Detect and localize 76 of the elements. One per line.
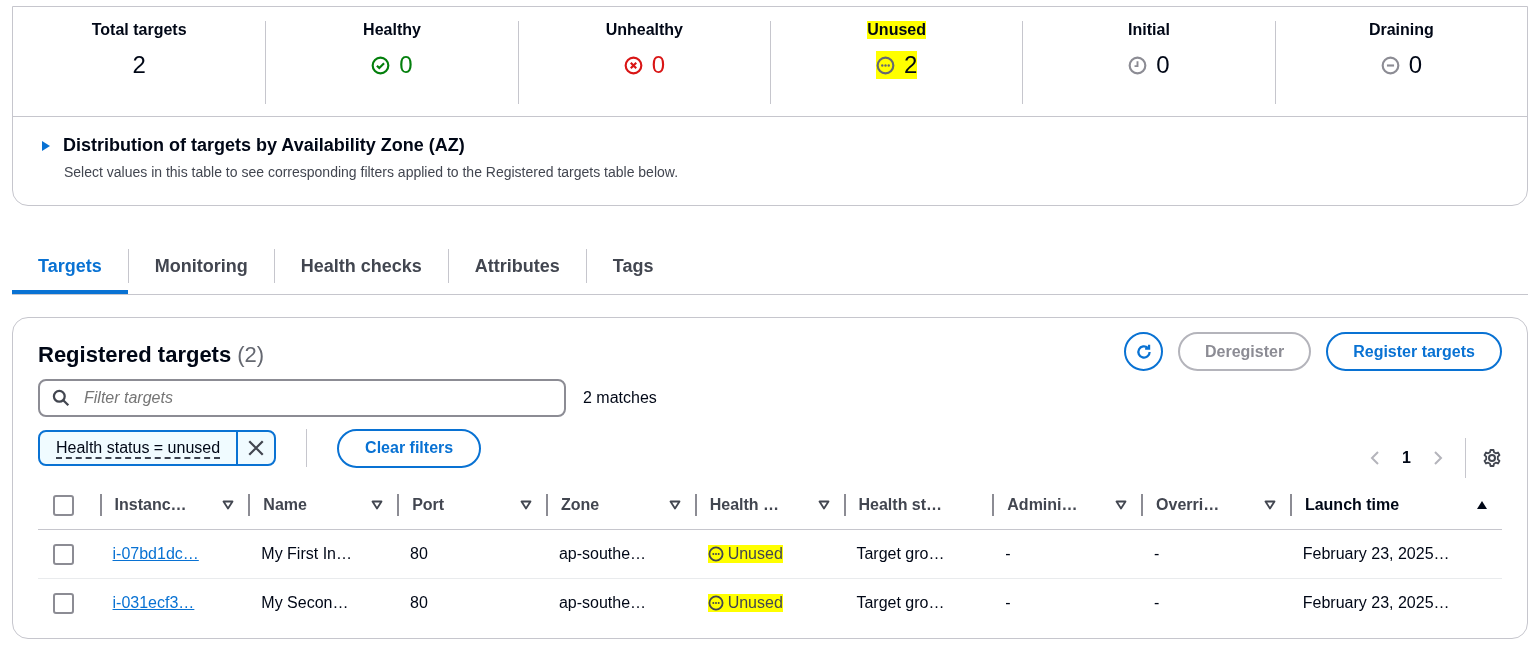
table-cell: 80 (410, 594, 428, 612)
stat-label: Initial (1128, 21, 1170, 39)
column-header[interactable]: Launch time (1304, 496, 1400, 514)
table-cell: February 23, 2025… (1302, 545, 1450, 563)
sort-icon[interactable] (1115, 500, 1128, 510)
healthy-status-icon (371, 55, 391, 75)
settings-icon[interactable] (1482, 448, 1502, 468)
column-header[interactable]: Name (263, 496, 307, 514)
table-cell: - (1154, 545, 1160, 563)
sort-icon[interactable] (371, 500, 384, 510)
sort-icon[interactable] (817, 500, 830, 510)
token-label[interactable]: Health status = unused (40, 432, 237, 464)
column-header[interactable]: Overri… (1156, 496, 1220, 514)
table-cell: February 23, 2025… (1302, 594, 1450, 612)
row-checkbox[interactable] (53, 592, 74, 614)
stat-value: 0 (399, 51, 413, 79)
instance-link[interactable]: i-031ecf3… (112, 594, 195, 612)
stat-label: Unused (867, 21, 926, 39)
column-header[interactable]: Health st… (858, 496, 943, 514)
health-status: Unused (707, 545, 783, 563)
section-description: Select values in this table to see corresponding filters applied to the Registered targets table below. (63, 164, 680, 180)
column-header[interactable]: Zone (560, 496, 600, 514)
tab[interactable]: Attributes (448, 238, 586, 294)
expand-caret-icon[interactable] (41, 139, 51, 152)
column-header[interactable]: Health … (709, 496, 780, 514)
unhealthy-status-icon (623, 55, 643, 75)
table-cell: 80 (410, 545, 428, 563)
stat-value: 2 (132, 51, 146, 79)
table-title: Registered targets (38, 341, 232, 367)
table-cell: - (1005, 545, 1011, 563)
sort-icon[interactable] (519, 500, 532, 510)
tab[interactable]: Targets (12, 238, 128, 294)
target-count: (2) (237, 341, 265, 367)
sort-ascending-icon[interactable] (1476, 500, 1489, 510)
row-checkbox[interactable] (53, 543, 74, 565)
sort-icon[interactable] (222, 500, 235, 510)
tab[interactable]: Health checks (274, 238, 448, 294)
table-cell: ap-southe… (558, 545, 647, 563)
stat-label: Unhealthy (605, 21, 683, 39)
action-button[interactable]: Register targets (1326, 332, 1502, 371)
table-cell: My First In… (261, 545, 352, 563)
sort-icon[interactable] (668, 500, 681, 510)
tab[interactable]: Tags (586, 238, 680, 294)
stat-label: Total targets (91, 21, 187, 39)
health-status: Unused (707, 594, 783, 612)
select-all-checkbox[interactable] (53, 494, 74, 516)
stat-value: 0 (651, 51, 665, 79)
table-cell: Target gro… (856, 545, 945, 563)
stat-label: Draining (1368, 21, 1434, 39)
draining-status-icon (1380, 55, 1400, 75)
table-cell: Target gro… (856, 594, 945, 612)
column-header[interactable]: Port (412, 496, 445, 514)
tab[interactable]: Monitoring (128, 238, 274, 294)
match-count: 2 matches (583, 389, 657, 407)
unused-status-icon (875, 55, 895, 75)
stat-label: Healthy (363, 21, 421, 39)
table-cell: - (1005, 594, 1011, 612)
refresh-icon[interactable] (1134, 342, 1153, 361)
sort-icon[interactable] (1263, 500, 1276, 510)
column-header[interactable]: Admini… (1007, 496, 1078, 514)
table-cell: - (1154, 594, 1160, 612)
table-cell: My Secon… (261, 594, 349, 612)
initial-status-icon (1128, 55, 1148, 75)
section-title[interactable]: Distribution of targets by Availability Zone (AZ) (63, 135, 465, 156)
table-cell: ap-southe… (558, 594, 647, 612)
clear-filters-button[interactable]: Clear filters (337, 428, 482, 468)
page-number[interactable]: 1 (1402, 449, 1411, 467)
filter-field[interactable]: Filter targets (38, 379, 566, 417)
stat-value: 0 (1156, 51, 1170, 79)
ellipsis-status-icon (707, 595, 724, 611)
stat-value: 0 (1408, 51, 1422, 79)
ellipsis-status-icon (707, 546, 724, 562)
column-header[interactable]: Instanc… (114, 496, 187, 514)
instance-link[interactable]: i-07bd1dc… (112, 545, 199, 563)
refresh-button[interactable] (1124, 332, 1163, 371)
stat-value: 2 (903, 51, 918, 79)
